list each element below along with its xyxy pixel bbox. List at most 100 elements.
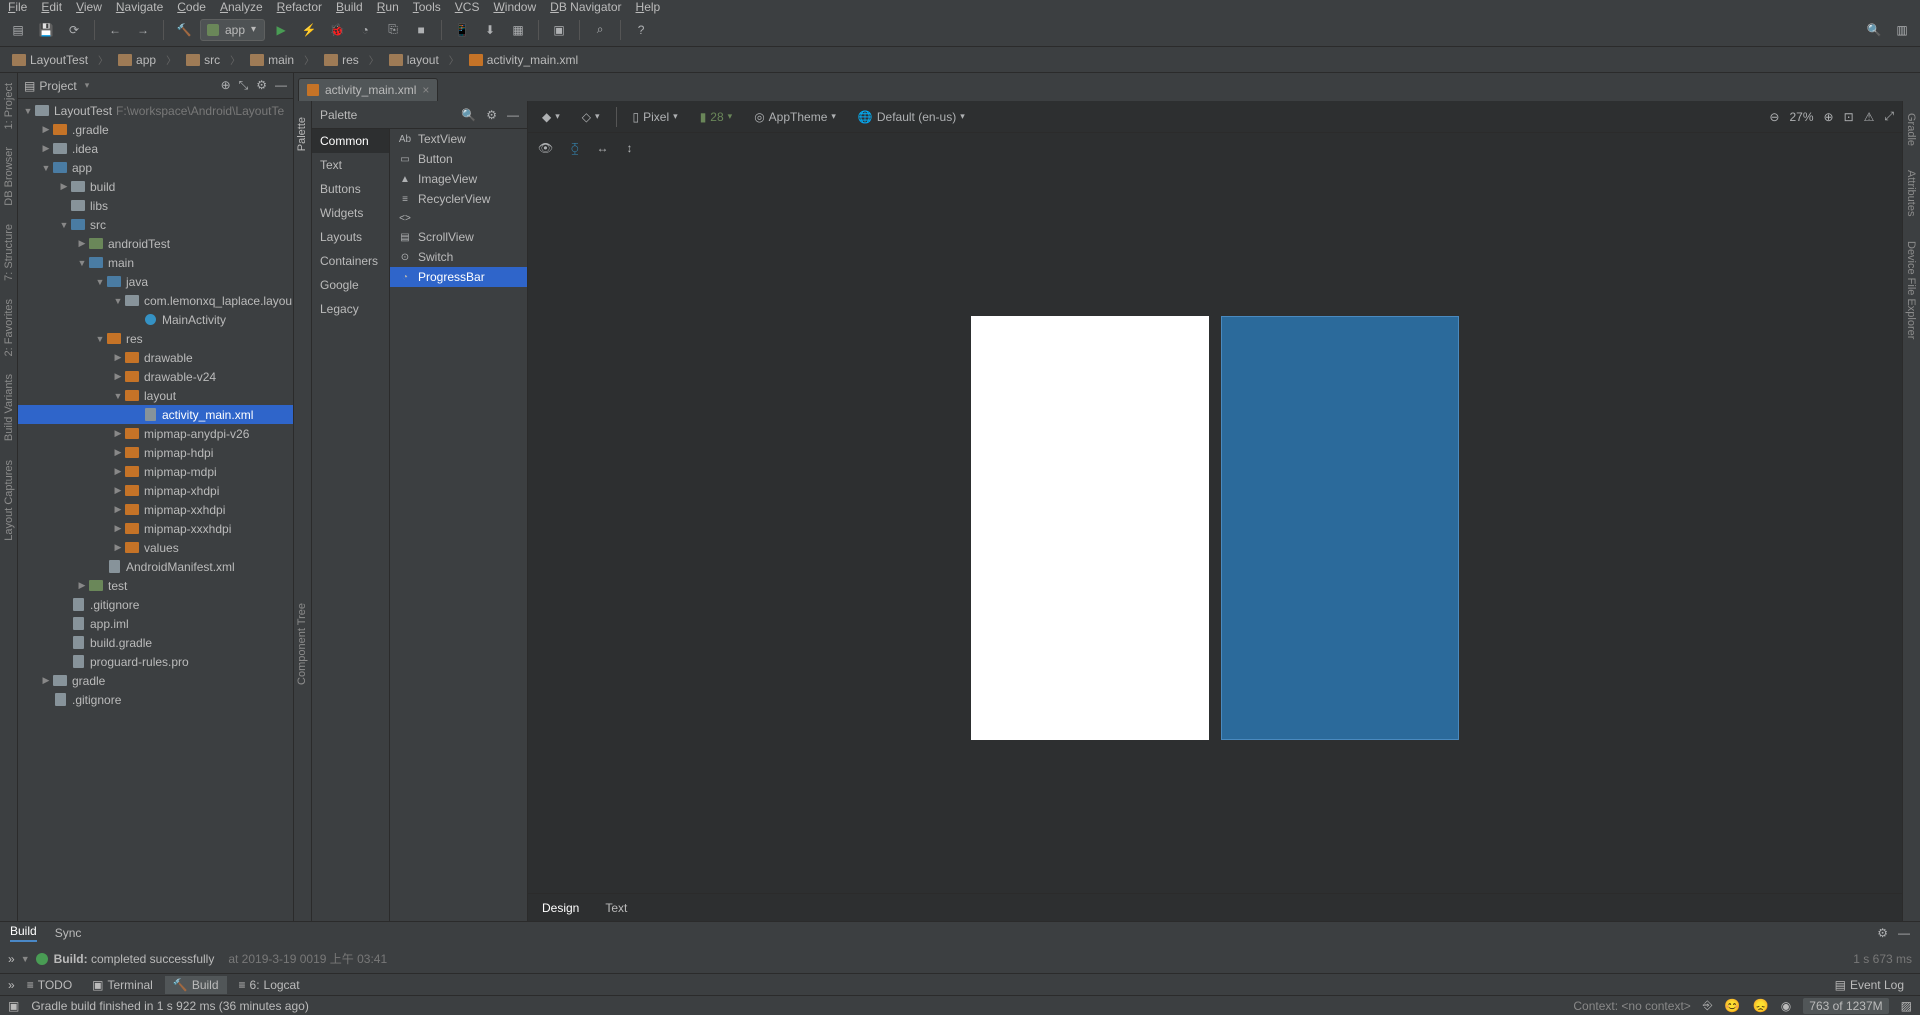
emoji-sad-icon[interactable]: 😞 [1753,998,1769,1014]
blueprint-preview[interactable] [1221,316,1459,740]
layout-inspector-icon[interactable]: ▣ [547,18,571,42]
tree-node-java[interactable]: ▼java [18,272,293,291]
zoom-in-icon[interactable]: ⊕ [1824,110,1834,124]
text-tab[interactable]: Text [599,897,633,919]
menu-db-navigator[interactable]: DB Navigator [550,0,621,14]
save-icon[interactable]: 💾 [34,18,58,42]
left-rail-1-project[interactable]: 1: Project [3,77,15,135]
tree-node-androidmanifest-xml[interactable]: AndroidManifest.xml [18,557,293,576]
breadcrumb-activity-main-xml[interactable]: activity_main.xml [463,53,584,67]
zoom-out-icon[interactable]: ⊖ [1769,110,1779,124]
menu-window[interactable]: Window [493,0,536,14]
tree-node-mainactivity[interactable]: MainActivity [18,310,293,329]
palette-cat-widgets[interactable]: Widgets [312,201,389,225]
tree-node-drawable[interactable]: ▶drawable [18,348,293,367]
make-project-icon[interactable]: 🔨 [172,18,196,42]
bottom-toggle-icon[interactable]: » [8,978,15,992]
resource-manager-icon[interactable]: ▦ [506,18,530,42]
run-config-dropdown[interactable]: app [200,19,265,41]
palette-items[interactable]: AbTextView▭Button▲ImageView≡RecyclerView… [390,129,527,921]
menu-vcs[interactable]: VCS [455,0,480,14]
back-icon[interactable]: ← [103,18,127,42]
design-tab[interactable]: Design [536,897,585,919]
tree-expand-icon[interactable]: ▼ [21,954,30,964]
breadcrumb-res[interactable]: res [318,53,365,67]
collapse-all-icon[interactable]: ⤡ [239,78,249,93]
api-dropdown[interactable]: ▮ 28 [694,110,739,124]
tree-node-mipmap-anydpi-v26[interactable]: ▶mipmap-anydpi-v26 [18,424,293,443]
terminal-tab[interactable]: ▣Terminal [84,976,161,994]
toggle-panel-icon[interactable]: ▥ [1890,18,1914,42]
device-dropdown[interactable]: ▯ Pixel [627,110,684,124]
status-lock-icon[interactable]: ⎆ [1703,998,1713,1013]
tree-node--gitignore[interactable]: .gitignore [18,690,293,709]
palette-minimize-icon[interactable]: — [507,108,519,122]
tree-node-test[interactable]: ▶test [18,576,293,595]
locale-dropdown[interactable]: 🌐 Default (en-us) [852,110,971,124]
status-context[interactable]: Context: <no context> [1573,999,1690,1013]
left-rail-2-favorites[interactable]: 2: Favorites [3,293,15,362]
tree-node--idea[interactable]: ▶.idea [18,139,293,158]
settings-icon[interactable]: ⚙ [256,78,267,93]
default-margins-icon[interactable]: ↔ [596,141,608,155]
build-toggle-icon[interactable]: » [8,952,15,966]
apply-changes-icon[interactable]: ⚡ [297,18,321,42]
palette-cat-google[interactable]: Google [312,273,389,297]
palette-cat-buttons[interactable]: Buttons [312,177,389,201]
right-rail-gradle[interactable]: Gradle [1903,101,1919,158]
new-file-icon[interactable]: ▤ [6,18,30,42]
palette-item-progressbar[interactable]: ◔ProgressBar [390,267,527,287]
build-tab[interactable]: Build [10,924,37,942]
menu-build[interactable]: Build [336,0,363,14]
editor-tab-activity-main[interactable]: activity_main.xml × [298,78,438,101]
menu-navigate[interactable]: Navigate [116,0,163,14]
logcat-tab[interactable]: ≡6: Logcat [231,976,308,994]
tree-node--gradle[interactable]: ▶.gradle [18,120,293,139]
tree-node-com-lemonxq-laplace-layou[interactable]: ▼com.lemonxq_laplace.layou [18,291,293,310]
tree-node-gradle[interactable]: ▶gradle [18,671,293,690]
build-minimize-icon[interactable]: — [1898,926,1910,940]
help-icon[interactable]: ? [629,18,653,42]
palette-item-textview[interactable]: AbTextView [390,129,527,149]
component-tree-rail-label[interactable]: Component Tree [294,587,310,701]
palette-cat-legacy[interactable]: Legacy [312,297,389,321]
menu-code[interactable]: Code [177,0,206,14]
sync-tab[interactable]: Sync [55,926,82,940]
tree-node-drawable-v24[interactable]: ▶drawable-v24 [18,367,293,386]
sdk-manager-icon[interactable]: ⬇ [478,18,502,42]
attach-debugger-icon[interactable]: ⎘ [381,18,405,42]
breadcrumb-layout[interactable]: layout [383,53,445,67]
tree-node-app-iml[interactable]: app.iml [18,614,293,633]
palette-rail-label[interactable]: Palette [294,101,310,167]
tree-node-build[interactable]: ▶build [18,177,293,196]
design-preview[interactable] [971,316,1209,740]
tree-node-values[interactable]: ▶values [18,538,293,557]
tree-node-mipmap-xxhdpi[interactable]: ▶mipmap-xxhdpi [18,500,293,519]
tree-node-res[interactable]: ▼res [18,329,293,348]
tree-node-mipmap-hdpi[interactable]: ▶mipmap-hdpi [18,443,293,462]
left-rail-layout-captures[interactable]: Layout Captures [3,454,15,547]
tree-node-build-gradle[interactable]: build.gradle [18,633,293,652]
project-view-dropdown[interactable]: ▤ Project [24,79,215,93]
status-indicator-icon[interactable]: ◉ [1781,999,1791,1013]
theme-dropdown[interactable]: ◎ AppTheme [748,110,842,124]
menu-help[interactable]: Help [636,0,661,14]
build-settings-icon[interactable]: ⚙ [1877,926,1888,940]
left-rail-db-browser[interactable]: DB Browser [3,141,15,212]
breadcrumb-src[interactable]: src [180,53,226,67]
menu-refactor[interactable]: Refactor [277,0,322,14]
build-bottom-tab[interactable]: 🔨Build [165,976,227,994]
tree-node--gitignore[interactable]: .gitignore [18,595,293,614]
breadcrumb-layouttest[interactable]: LayoutTest [6,53,94,67]
palette-item-button[interactable]: ▭Button [390,149,527,169]
breadcrumb-main[interactable]: main [244,53,300,67]
menu-edit[interactable]: Edit [41,0,62,14]
tree-node-app[interactable]: ▼app [18,158,293,177]
left-rail-build-variants[interactable]: Build Variants [3,368,15,447]
palette-search-icon[interactable]: 🔍 [461,108,476,122]
menu-view[interactable]: View [76,0,102,14]
palette-item-imageview[interactable]: ▲ImageView [390,169,527,189]
forward-icon[interactable]: → [131,18,155,42]
magnet-icon[interactable]: ⧲ [571,141,578,156]
tree-node-mipmap-xhdpi[interactable]: ▶mipmap-xhdpi [18,481,293,500]
